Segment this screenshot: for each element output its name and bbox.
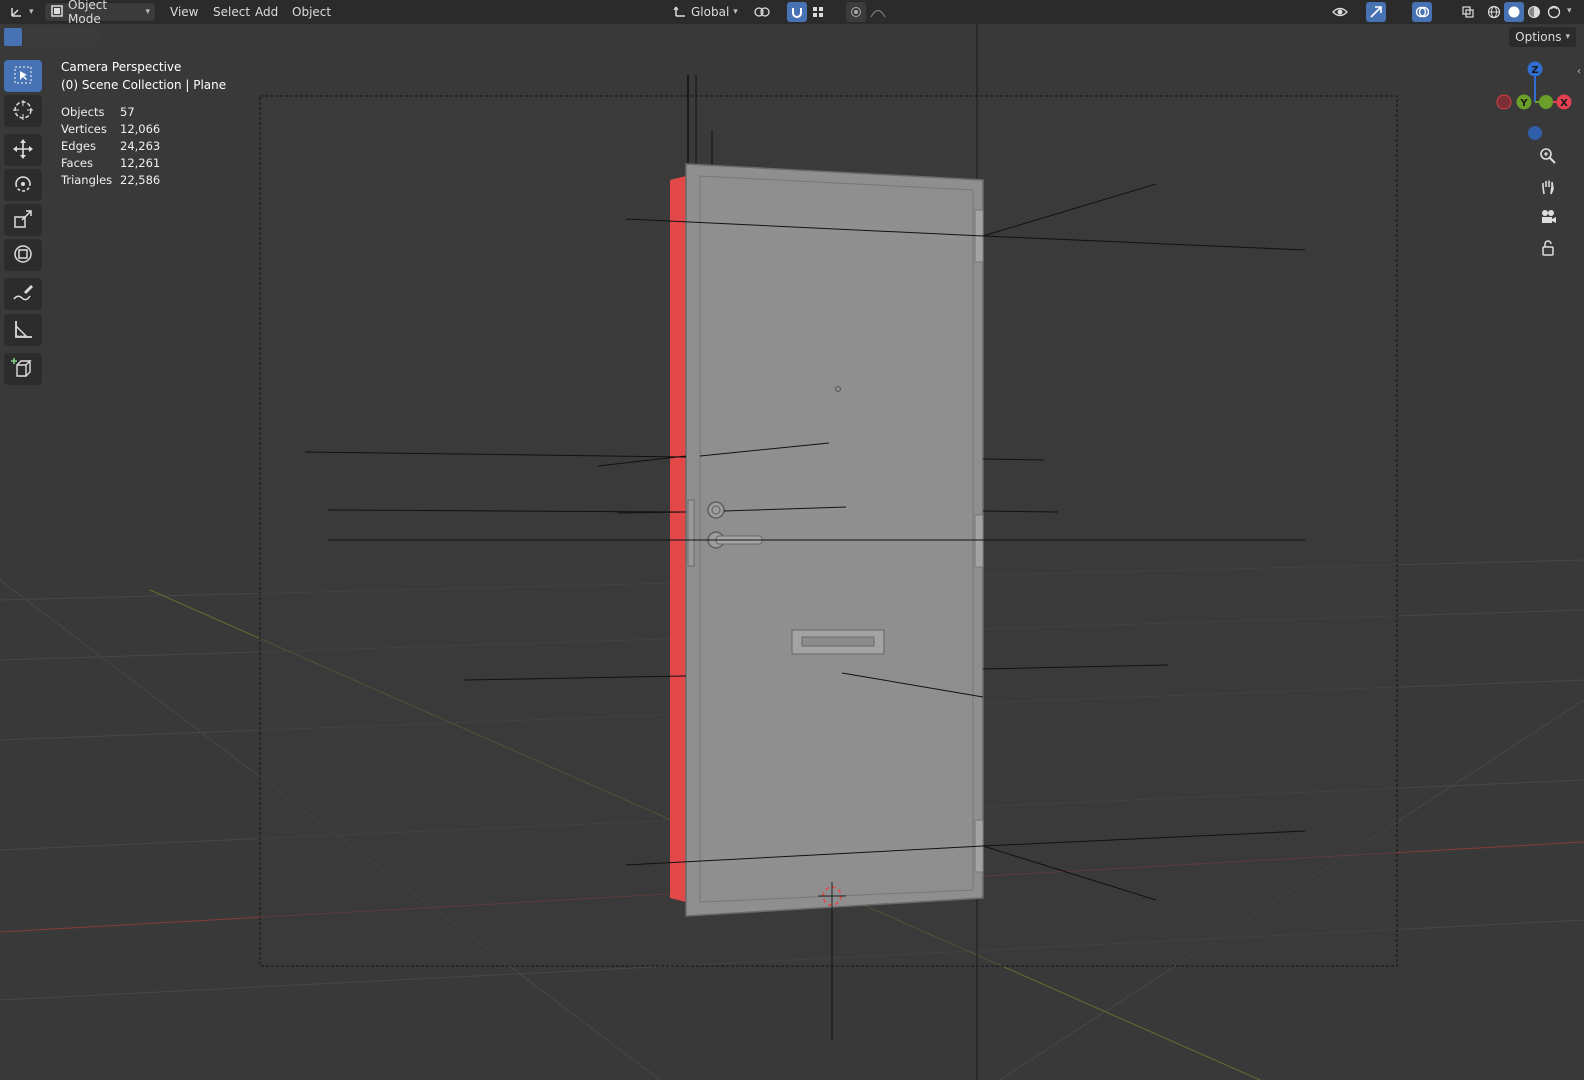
scale-icon bbox=[12, 208, 34, 233]
material-shading-icon[interactable] bbox=[1524, 2, 1544, 22]
select-subtract-button[interactable] bbox=[43, 28, 61, 46]
stat-label: Objects bbox=[61, 105, 105, 119]
menu-view[interactable]: View bbox=[166, 3, 202, 21]
transform-tool[interactable] bbox=[4, 239, 42, 271]
chevron-down-icon: ▾ bbox=[145, 7, 150, 17]
viewport-info: Camera Perspective (0) Scene Collection … bbox=[61, 58, 226, 94]
stat-value: 12,261 bbox=[120, 156, 161, 170]
stat-value: 57 bbox=[120, 105, 135, 119]
stat-label: Vertices bbox=[61, 122, 107, 136]
select-new-button[interactable] bbox=[4, 28, 22, 46]
mode-label: Object Mode bbox=[68, 0, 108, 26]
door-side-red bbox=[670, 176, 686, 902]
zoom-button[interactable] bbox=[1535, 144, 1561, 170]
x-axis-label: X bbox=[1560, 98, 1568, 109]
menu-select[interactable]: Select bbox=[209, 3, 254, 21]
solid-shading-icon[interactable] bbox=[1504, 2, 1524, 22]
perspective-label: Camera Perspective bbox=[61, 60, 182, 74]
move-icon bbox=[12, 138, 34, 163]
stat-label: Edges bbox=[61, 139, 96, 153]
stat-row: Objects 57 bbox=[61, 104, 160, 121]
editor-type-button[interactable]: ▾ bbox=[4, 2, 39, 22]
xray-toggle-icon[interactable] bbox=[1458, 2, 1478, 22]
chevron-down-icon: ▾ bbox=[1565, 32, 1570, 42]
z-axis-label: Z bbox=[1531, 65, 1538, 76]
lock-view-button[interactable] bbox=[1535, 236, 1561, 262]
viewport-3d[interactable] bbox=[0, 0, 1584, 1080]
neg-y-axis-handle[interactable] bbox=[1539, 95, 1553, 109]
cursor-icon bbox=[12, 99, 34, 124]
header-bar: ▾ Object Mode ▾ View Select Add Object G… bbox=[0, 0, 1584, 26]
measure-icon bbox=[12, 318, 34, 343]
navigation-gizmo[interactable]: Z Y X bbox=[1495, 58, 1575, 148]
stat-value: 22,586 bbox=[120, 173, 161, 187]
options-label: Options bbox=[1515, 30, 1562, 44]
move-tool[interactable] bbox=[4, 134, 42, 166]
stat-label: Faces bbox=[61, 156, 93, 170]
annotate-tool[interactable] bbox=[4, 278, 42, 310]
stat-row: Triangles 22,586 bbox=[61, 172, 160, 189]
select-invert-button[interactable] bbox=[62, 28, 80, 46]
lock-icon bbox=[1539, 239, 1557, 260]
overlays-toggle-icon[interactable] bbox=[1412, 2, 1432, 22]
camera-icon bbox=[1539, 208, 1557, 229]
hand-icon bbox=[1539, 178, 1557, 199]
orientation-label: Global bbox=[691, 5, 730, 19]
rotate-tool[interactable] bbox=[4, 169, 42, 201]
axes-icon bbox=[9, 4, 25, 21]
select-box-icon bbox=[13, 65, 33, 88]
sidebar-toggle-icon[interactable]: ‹ bbox=[1577, 66, 1581, 77]
snap-toggle-icon[interactable] bbox=[787, 2, 807, 22]
falloff-icon[interactable] bbox=[868, 2, 888, 22]
orientation-icon bbox=[673, 4, 687, 21]
add-cube-tool[interactable] bbox=[4, 353, 42, 385]
measure-tool[interactable] bbox=[4, 314, 42, 346]
annotate-icon bbox=[12, 282, 34, 307]
zoom-icon bbox=[1539, 147, 1557, 168]
stat-value: 24,263 bbox=[120, 139, 161, 153]
rendered-shading-icon[interactable] bbox=[1544, 2, 1564, 22]
scale-tool[interactable] bbox=[4, 204, 42, 236]
neg-x-axis-handle[interactable] bbox=[1496, 94, 1512, 110]
options-dropdown[interactable]: Options ▾ bbox=[1509, 27, 1576, 47]
chevron-down-icon[interactable]: ▾ bbox=[1567, 6, 1572, 16]
chevron-down-icon: ▾ bbox=[29, 7, 34, 17]
stat-row: Vertices 12,066 bbox=[61, 121, 160, 138]
pivot-point-icon[interactable] bbox=[752, 2, 772, 22]
proportional-editing-icon[interactable] bbox=[846, 2, 866, 22]
stat-value: 12,066 bbox=[120, 122, 161, 136]
pan-button[interactable] bbox=[1535, 175, 1561, 201]
snap-grid-icon[interactable] bbox=[808, 2, 828, 22]
collection-label: (0) Scene Collection | Plane bbox=[61, 78, 227, 92]
neg-z-axis-handle[interactable] bbox=[1528, 126, 1542, 140]
mode-selector[interactable]: Object Mode ▾ bbox=[44, 0, 156, 26]
y-axis-label: Y bbox=[1519, 98, 1528, 109]
select-intersect-button[interactable] bbox=[81, 28, 99, 46]
menu-object[interactable]: Object bbox=[288, 3, 335, 21]
chevron-down-icon: ▾ bbox=[733, 7, 738, 17]
gizmo-toggle-icon[interactable] bbox=[1366, 2, 1386, 22]
transform-orientation-dropdown[interactable]: Global ▾ bbox=[668, 2, 743, 22]
object-mode-icon bbox=[50, 4, 64, 21]
stat-label: Triangles bbox=[61, 173, 113, 187]
menu-add[interactable]: Add bbox=[251, 3, 282, 21]
camera-view-button[interactable] bbox=[1535, 205, 1561, 231]
mail-slot-opening bbox=[801, 636, 875, 647]
select-box-tool[interactable] bbox=[4, 60, 42, 92]
scene-statistics: Objects 57 Vertices 12,066 Edges 24,263 … bbox=[61, 104, 160, 189]
visibility-icon[interactable] bbox=[1330, 2, 1350, 22]
transform-icon bbox=[12, 243, 34, 268]
stat-row: Faces 12,261 bbox=[61, 155, 160, 172]
select-extend-button[interactable] bbox=[24, 28, 42, 46]
stat-row: Edges 24,263 bbox=[61, 138, 160, 155]
cursor-tool[interactable] bbox=[4, 95, 42, 127]
strike-plate bbox=[687, 499, 695, 567]
lock-knob bbox=[707, 501, 725, 519]
add-cube-icon bbox=[11, 356, 35, 383]
rotate-icon bbox=[12, 173, 34, 198]
hinge-middle bbox=[974, 514, 984, 568]
wireframe-shading-icon[interactable] bbox=[1484, 2, 1504, 22]
